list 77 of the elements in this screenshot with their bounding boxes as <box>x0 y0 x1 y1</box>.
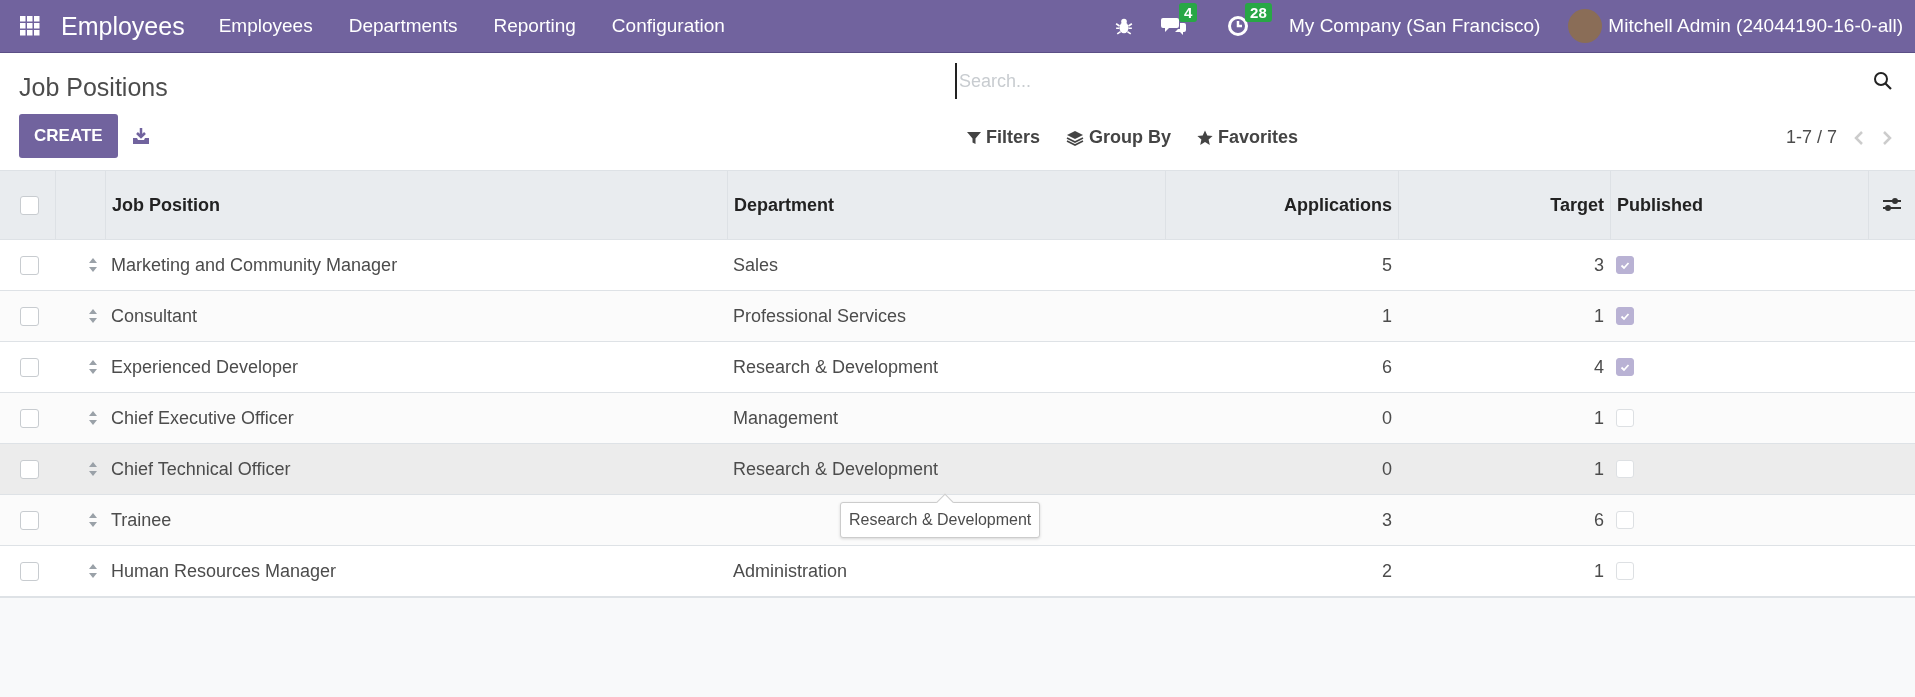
table-cell: Research & Development <box>733 356 939 378</box>
table-cell: 0 <box>1382 407 1392 429</box>
tooltip: Research & Development <box>840 495 1041 538</box>
table-cell: 6 <box>1594 509 1604 531</box>
table-cell: 4 <box>1594 356 1604 378</box>
next-icon[interactable] <box>1881 129 1893 146</box>
table-cell: Management <box>733 407 839 429</box>
table-cell: Chief Technical Officer <box>111 458 291 480</box>
table-cell: Administration <box>733 560 848 582</box>
search-option-button[interactable]: Favorites <box>1197 125 1299 150</box>
drag-handle-icon[interactable] <box>88 461 98 477</box>
filter-icon <box>967 130 981 145</box>
clock-icon[interactable] <box>1227 15 1250 37</box>
company-switcher[interactable]: My Company (San Francisco) <box>1289 15 1541 37</box>
apps-grid-icon[interactable] <box>20 16 40 36</box>
table-row[interactable]: Chief Executive Officer Management 0 1 <box>0 392 1915 443</box>
sliders-icon[interactable] <box>1882 196 1902 214</box>
row-checkbox[interactable] <box>20 255 39 275</box>
previous-icon[interactable] <box>1853 129 1865 146</box>
table-cell: 3 <box>1382 509 1392 531</box>
table-cell: 1 <box>1594 560 1604 582</box>
column-header[interactable]: Target <box>1550 194 1604 216</box>
table-row[interactable]: Consultant Professional Services 1 1 <box>0 290 1915 341</box>
message-count-badge: 4 <box>1179 3 1198 22</box>
download-icon[interactable] <box>131 127 150 145</box>
menu-item[interactable]: Reporting <box>493 15 576 37</box>
row-checkbox[interactable] <box>20 408 39 428</box>
table-cell: 3 <box>1594 254 1604 276</box>
pager-value[interactable]: 1-7 / 7 <box>1785 127 1837 148</box>
menu-item[interactable]: Departments <box>348 15 458 37</box>
drag-handle-icon[interactable] <box>88 512 98 528</box>
search-option-button[interactable]: Filters <box>967 125 1041 150</box>
drag-handle-icon[interactable] <box>88 359 98 375</box>
table-cell: Consultant <box>111 305 198 327</box>
row-checkbox[interactable] <box>20 459 39 479</box>
table-cell: Human Resources Manager <box>111 560 337 582</box>
table-cell: 2 <box>1382 560 1392 582</box>
layers-icon <box>1066 129 1085 146</box>
table-cell: Chief Executive Officer <box>111 407 294 429</box>
table-cell: 5 <box>1382 254 1392 276</box>
activity-count-badge: 28 <box>1245 3 1272 22</box>
table-cell: Marketing and Community Manager <box>111 254 398 276</box>
drag-handle-icon[interactable] <box>88 257 98 273</box>
row-checkbox[interactable] <box>20 561 39 581</box>
table-cell: 1 <box>1594 407 1604 429</box>
table-cell: 1 <box>1594 305 1604 327</box>
table-row[interactable]: Human Resources Manager Administration 2 1 <box>0 545 1915 596</box>
column-header[interactable]: Department <box>734 194 835 216</box>
drag-handle-icon[interactable] <box>88 410 98 426</box>
table-cell: 6 <box>1382 356 1392 378</box>
table-cell: Trainee <box>111 509 172 531</box>
table-cell: 1 <box>1594 458 1604 480</box>
table-cell: Research & Development <box>733 458 939 480</box>
drag-handle-icon[interactable] <box>88 308 98 324</box>
table-cell: Experienced Developer <box>111 356 299 378</box>
create-button[interactable]: CREATE <box>19 114 118 158</box>
menu-item[interactable]: Employees <box>218 15 313 37</box>
app-name[interactable]: Employees <box>61 11 185 41</box>
table-cell: 1 <box>1382 305 1392 327</box>
search-icon[interactable] <box>1873 71 1893 91</box>
column-header[interactable]: Published <box>1617 194 1703 216</box>
column-header[interactable]: Applications <box>1284 194 1392 216</box>
drag-handle-icon[interactable] <box>88 563 98 579</box>
page-title: Job Positions <box>19 73 169 102</box>
column-header[interactable]: Job Position <box>112 194 220 216</box>
star-icon <box>1197 129 1214 146</box>
table-cell: Professional Services <box>733 305 907 327</box>
row-checkbox[interactable] <box>20 357 39 377</box>
bug-icon[interactable] <box>1115 17 1134 35</box>
table-cell: 0 <box>1382 458 1392 480</box>
row-checkbox[interactable] <box>20 510 39 530</box>
row-checkbox[interactable] <box>20 306 39 326</box>
search-option-button[interactable]: Group By <box>1066 125 1172 150</box>
user-menu[interactable]: Mitchell Admin (24044190-16-0-all) <box>1608 15 1903 37</box>
menu-item[interactable]: Configuration <box>611 15 725 37</box>
select-all-checkbox[interactable] <box>20 195 39 215</box>
table-cell: Sales <box>733 254 779 276</box>
